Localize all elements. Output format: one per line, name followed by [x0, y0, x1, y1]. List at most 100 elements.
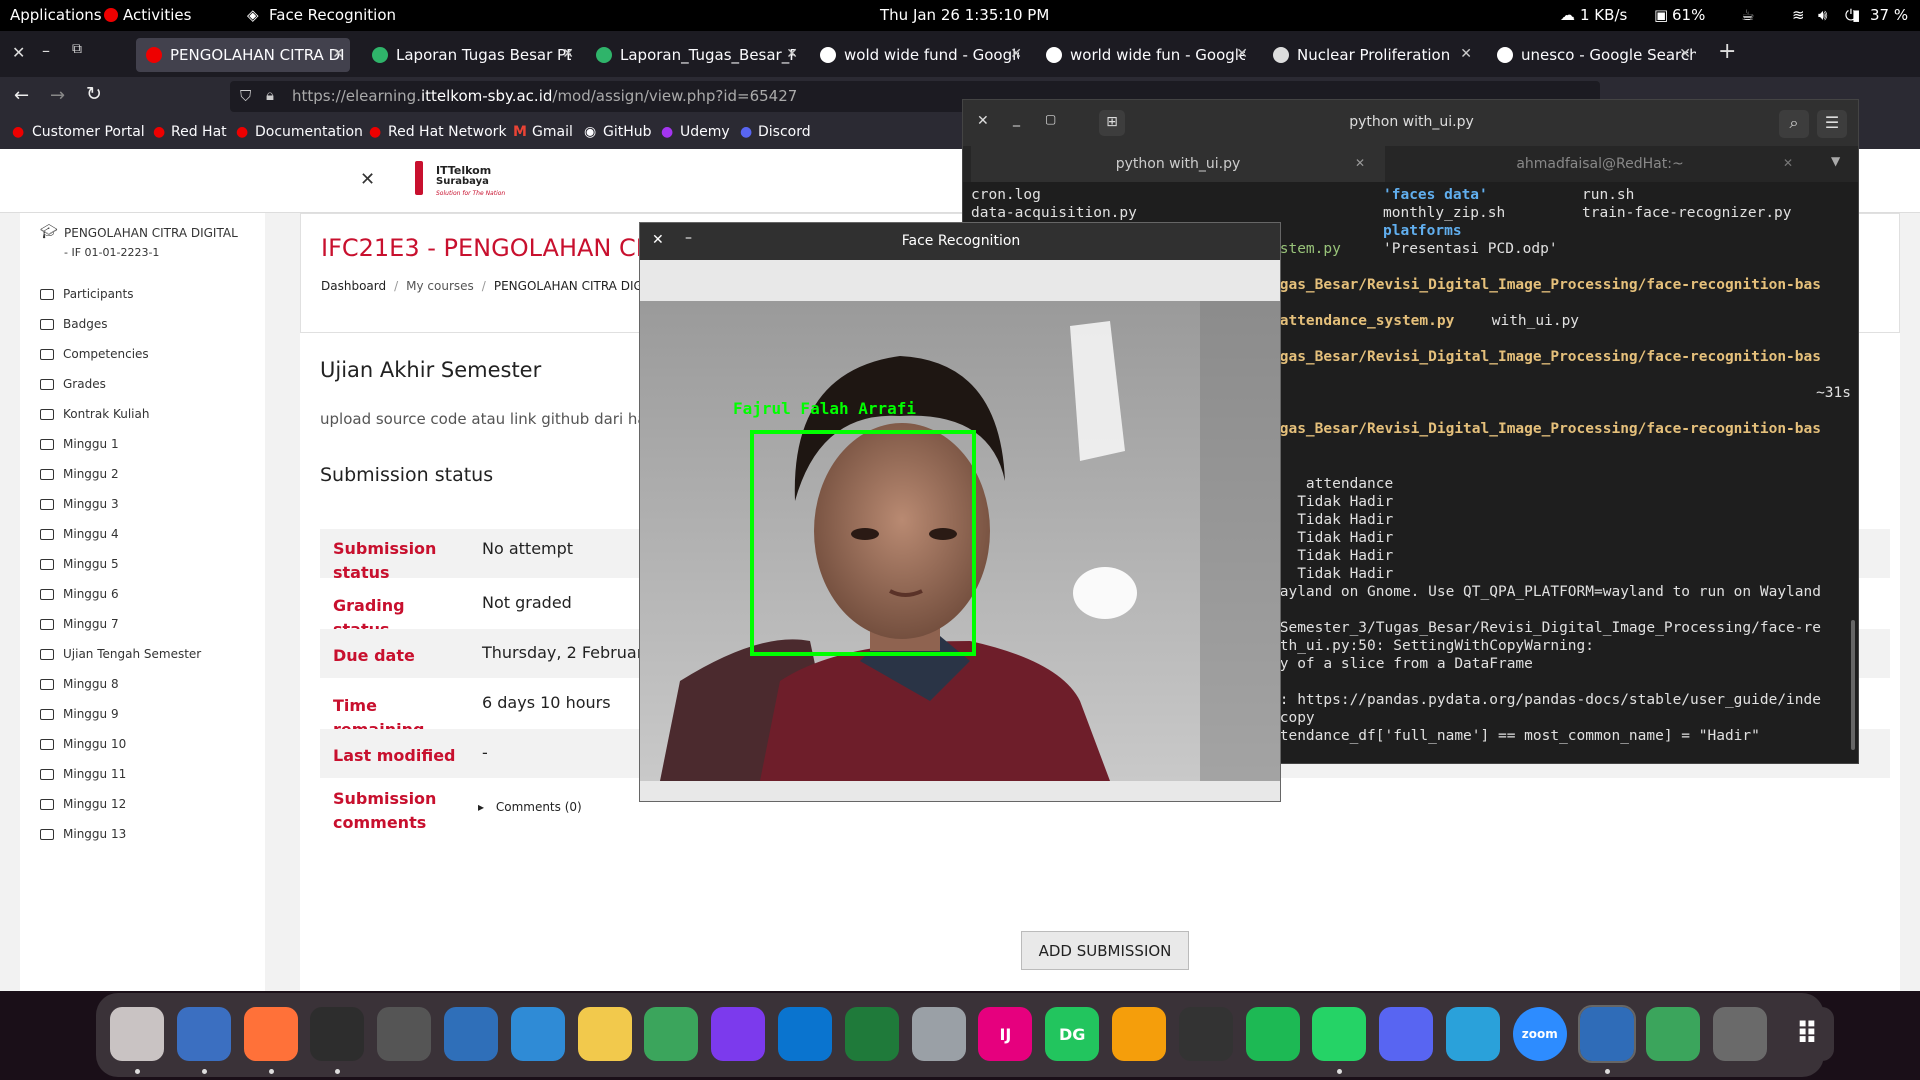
sidebar-item-label: Minggu 11 — [63, 767, 127, 781]
intellij-icon[interactable]: IJ — [978, 1007, 1033, 1061]
bookmark-udemy[interactable]: Udemy — [680, 124, 730, 140]
coffee-icon[interactable]: ☕ — [1741, 6, 1754, 24]
terminal-scrollbar[interactable] — [1851, 620, 1855, 750]
terminal-menu-icon[interactable]: ☰ — [1817, 110, 1847, 138]
terminal-tabs-dropdown-icon[interactable]: ▼ — [1831, 154, 1840, 168]
browser-tab[interactable]: Laporan_Tugas_Besar_PBD✕ — [586, 38, 804, 72]
expand-comments-icon[interactable]: ▸ — [478, 800, 488, 814]
whatsapp-icon[interactable] — [1312, 1007, 1367, 1061]
minimize-window-icon[interactable]: – — [42, 41, 50, 60]
firefox-icon[interactable] — [243, 1007, 298, 1061]
browser-tab-label: world wide fun - Google Search — [1070, 46, 1245, 64]
lock-icon[interactable]: 🔒︎ — [266, 86, 274, 104]
ittelkom-logo[interactable] — [405, 161, 433, 199]
new-tab-button[interactable]: + — [1718, 39, 1736, 64]
terminal-tab-close-icon[interactable]: ✕ — [1783, 156, 1793, 170]
stack-icon[interactable] — [1646, 1007, 1701, 1061]
browser-tab[interactable]: world wide fun - Google Search✕ — [1036, 38, 1254, 72]
obsidian-icon[interactable] — [711, 1007, 766, 1061]
neovim-icon[interactable] — [844, 1007, 899, 1061]
folder-icon — [40, 499, 54, 510]
bookmark-gmail[interactable]: Gmail — [532, 124, 573, 140]
grid-icon[interactable]: ⠿ — [1780, 1007, 1834, 1061]
store-icon[interactable] — [110, 1007, 164, 1061]
add-submission-button[interactable]: ADD SUBMISSION — [1021, 931, 1189, 970]
sidebar-course-name[interactable]: PENGOLAHAN CITRA DIGITAL — [64, 226, 238, 240]
settings-icon[interactable] — [377, 1007, 432, 1061]
files-icon[interactable] — [176, 1007, 231, 1061]
recycle-icon[interactable] — [1713, 1007, 1768, 1061]
bookmark-discord[interactable]: Discord — [758, 124, 811, 140]
shield-icon[interactable]: ⛉ — [240, 87, 251, 105]
breadcrumb-my-courses[interactable]: My courses — [406, 279, 474, 293]
browser-tab[interactable]: unesco - Google Search ✕ — [1487, 38, 1697, 72]
mail-icon[interactable] — [444, 1007, 498, 1061]
terminal-tab-python[interactable]: python with_ui.py — [971, 146, 1385, 182]
notes-icon[interactable] — [577, 1007, 632, 1061]
browser-tab[interactable]: PENGOLAHAN CITRA DIGITAL✕ — [136, 38, 350, 72]
zoom-icon[interactable]: zoom — [1512, 1007, 1567, 1061]
terminal-line: ith_ui.py:50: SettingWithCopyWarning: — [1271, 638, 1595, 654]
browser-tab[interactable]: Laporan Tugas Besar PBD ✕ — [362, 38, 580, 72]
browser-tab[interactable]: wold wide fund - Google Search✕ — [810, 38, 1028, 72]
page-icon — [1273, 47, 1289, 63]
terminal-line: o Tidak Hadir — [1271, 566, 1394, 582]
status-value[interactable]: ▸ Comments (0) — [478, 800, 582, 814]
browser-tab[interactable]: Nuclear Proliferation ✕ — [1263, 38, 1478, 72]
close-tab-icon[interactable]: ✕ — [786, 46, 798, 62]
star-icon[interactable] — [1112, 1007, 1166, 1061]
terminal-line: data-acquisition.py — [971, 205, 1137, 221]
terminal-tab-shell[interactable]: ahmadfaisal@RedHat:~ — [1393, 146, 1807, 182]
network-speed-icon: ☁ — [1560, 6, 1575, 24]
bookmark-red-hat[interactable]: Red Hat — [171, 124, 227, 140]
breadcrumb-dashboard[interactable]: Dashboard — [321, 279, 386, 293]
telegram-icon[interactable] — [1446, 1007, 1500, 1061]
close-tab-icon[interactable]: ✕ — [1679, 46, 1691, 62]
forward-icon[interactable]: → — [50, 85, 65, 106]
sidebar-item-label: Minggu 3 — [63, 497, 119, 511]
discord-icon[interactable] — [1379, 1007, 1434, 1061]
activities-button[interactable]: Activities — [123, 6, 191, 24]
close-tab-icon[interactable]: ✕ — [1460, 46, 1472, 62]
focused-app-label[interactable]: Face Recognition — [269, 6, 396, 24]
back-icon[interactable]: ← — [14, 85, 29, 106]
layers-icon[interactable] — [644, 1007, 699, 1061]
datagrip-icon[interactable]: DG — [1045, 1007, 1100, 1061]
terminal-search-icon[interactable]: ⌕ — [1779, 110, 1809, 138]
clock[interactable]: Thu Jan 26 1:35:10 PM — [880, 6, 1049, 24]
close-tab-icon[interactable]: ✕ — [1010, 46, 1022, 62]
bookmark-github[interactable]: GitHub — [603, 124, 652, 140]
close-tab-icon[interactable]: ✕ — [332, 46, 344, 62]
sidebar-item-label: Participants — [63, 287, 134, 301]
spotify-icon[interactable] — [1245, 1007, 1300, 1061]
bookmark-documentation[interactable]: Documentation — [255, 124, 363, 140]
terminal-icon[interactable] — [310, 1007, 365, 1061]
restore-window-icon[interactable]: ⧉ — [72, 41, 82, 57]
terminal-line: with_ui.py — [1483, 313, 1580, 329]
box-icon[interactable] — [911, 1007, 966, 1061]
close-tab-icon[interactable]: ✕ — [562, 46, 574, 62]
running-indicator — [201, 1069, 207, 1074]
applications-menu[interactable]: Applications — [10, 6, 102, 24]
python-app-icon[interactable] — [1577, 1005, 1636, 1063]
folder-icon — [40, 559, 54, 570]
ceiling-spot — [1073, 567, 1137, 619]
redhat-bookmark-icon: ● — [12, 124, 25, 140]
folder-icon — [40, 439, 54, 450]
tasks-icon[interactable] — [510, 1007, 565, 1061]
close-drawer-icon[interactable]: ✕ — [360, 169, 375, 190]
status-label: Submission comments — [333, 789, 437, 832]
sidebar-section-icon — [40, 289, 54, 300]
bookmark-customer-portal[interactable]: Customer Portal — [32, 124, 145, 140]
comments-link[interactable]: Comments (0) — [496, 800, 582, 814]
close-tab-icon[interactable]: ✕ — [1236, 46, 1248, 62]
monitor-icon[interactable] — [1178, 1007, 1233, 1061]
close-window-icon[interactable]: ✕ — [12, 43, 25, 62]
terminal-tab-close-icon[interactable]: ✕ — [1355, 156, 1365, 170]
wifi-icon[interactable]: ≋ — [1792, 6, 1805, 24]
reload-icon[interactable]: ↻ — [86, 83, 102, 105]
vscode-icon[interactable] — [778, 1007, 832, 1061]
volume-icon[interactable]: 🔊︎ — [1818, 6, 1827, 24]
bookmark-red-hat-network[interactable]: Red Hat Network — [388, 124, 507, 140]
udemy-icon: ● — [661, 124, 674, 140]
